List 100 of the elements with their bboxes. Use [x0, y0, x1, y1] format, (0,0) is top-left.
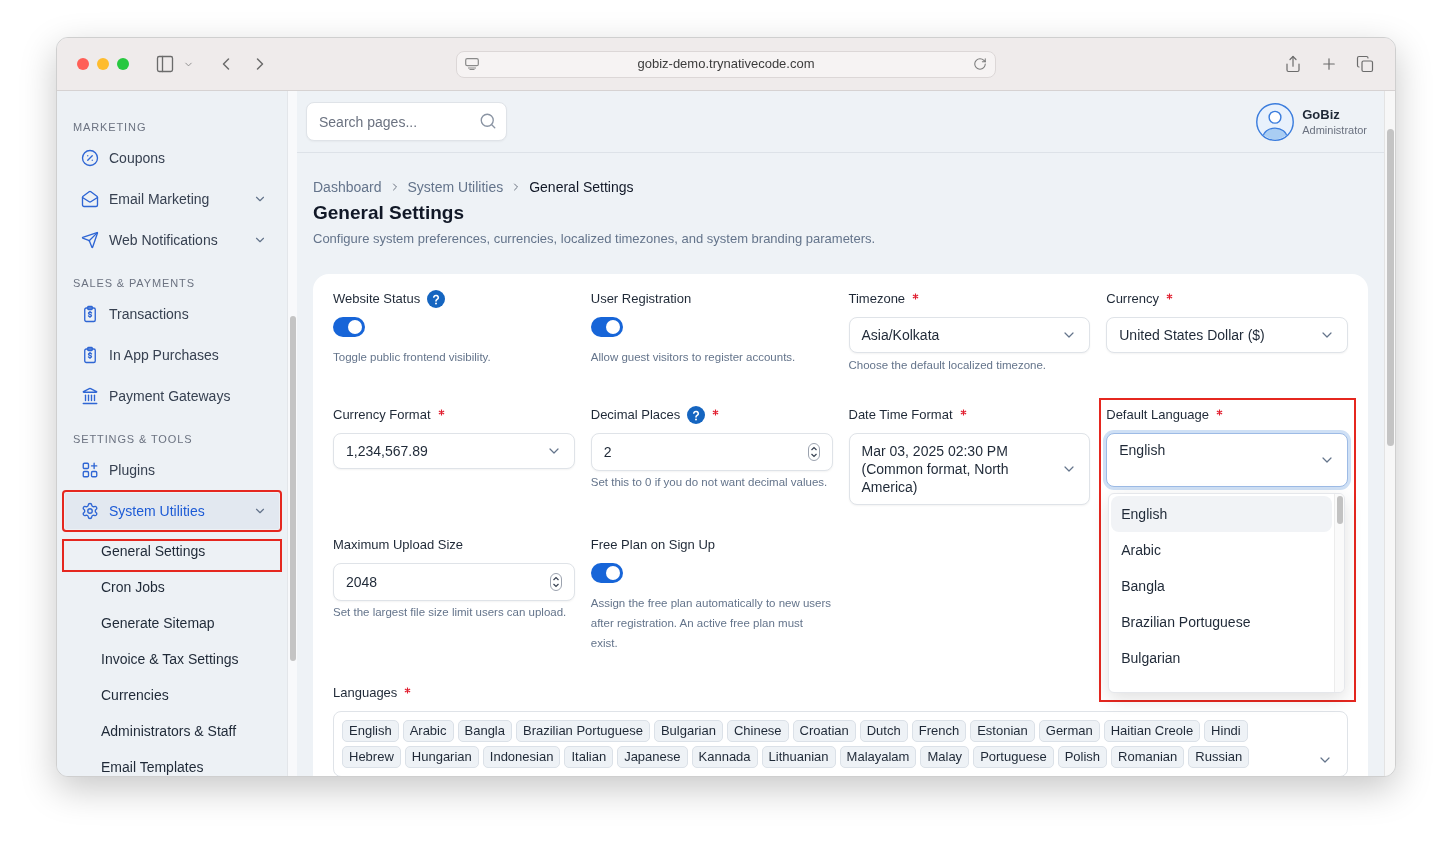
field-label: Maximum Upload Size [333, 536, 464, 555]
language-tag: English [342, 720, 399, 742]
language-tag: Bangla [457, 720, 512, 742]
sidebar-item[interactable]: Web Notifications [62, 219, 282, 261]
sidebar-item[interactable]: Plugins [62, 449, 282, 491]
field-label: Website Status [333, 290, 421, 309]
page-title: General Settings [313, 201, 465, 225]
breadcrumb-link[interactable]: System Utilities [407, 176, 504, 198]
sidebar-icon[interactable] [155, 54, 175, 74]
toggle-switch[interactable] [590, 563, 623, 583]
user-name: GoBiz [1302, 105, 1341, 123]
language-tag: Haitian Creole [1103, 720, 1201, 742]
sidebar-item[interactable]: Transactions [62, 293, 282, 335]
clipboard-dollar-icon [81, 305, 99, 323]
overlapping-squares-icon[interactable] [1356, 55, 1374, 73]
dropdown-option[interactable]: English [1111, 496, 1332, 532]
language-tag: Croatian [792, 720, 856, 742]
breadcrumb-current: General Settings [529, 177, 634, 197]
avatar-icon[interactable] [1256, 102, 1295, 141]
number-field[interactable]: 2048 [333, 563, 575, 601]
sidebar-section-heading: MARKETING [72, 120, 148, 135]
select-field[interactable]: 1,234,567.89 [333, 433, 575, 469]
help-text: Choose the default localized timezone. [848, 358, 1048, 373]
search-field[interactable]: Search pages... [306, 102, 507, 141]
settings-icon [81, 502, 99, 520]
plus-icon[interactable] [1320, 55, 1338, 73]
dropdown-option[interactable]: Bulgarian [1111, 640, 1332, 676]
language-tag: Brazilian Portuguese [516, 720, 650, 742]
help-icon[interactable] [687, 406, 706, 424]
sidebar-section-heading: SALES & PAYMENTS [72, 276, 196, 291]
clipboard-dollar-icon [81, 346, 99, 364]
select-field[interactable]: United States Dollar ($) [1106, 317, 1348, 353]
field-label: Decimal Places [590, 406, 681, 425]
sidebar-subitem[interactable]: Cron Jobs [62, 575, 282, 608]
language-tag: Arabic [402, 720, 454, 742]
select-field[interactable]: Asia/Kolkata [848, 317, 1091, 353]
search-icon [479, 112, 497, 130]
sidebar-item[interactable]: Payment Gateways [62, 375, 282, 417]
percent-circle-icon [81, 149, 99, 167]
sidebar-subitem[interactable]: Currencies [62, 683, 282, 716]
sidebar-subitem[interactable]: Invoice & Tax Settings [62, 647, 282, 680]
toggle-switch[interactable] [590, 317, 623, 337]
page-description: Configure system preferences, currencies, localized timezones, and system branding parameters. [313, 230, 877, 248]
language-tag: Chinese [726, 720, 789, 742]
language-tag: Indonesian [482, 746, 561, 768]
scrollbar-thumb[interactable] [1336, 496, 1343, 524]
number-field[interactable]: 2 [590, 433, 833, 471]
language-tag: Polish [1057, 746, 1108, 768]
language-tag: Lithuanian [761, 746, 836, 768]
language-tag: Portuguese [973, 746, 1054, 768]
dropdown-option[interactable]: Brazilian Portuguese [1111, 604, 1332, 640]
scrollbar-thumb[interactable] [289, 316, 296, 661]
sidebar-subitem[interactable]: Email Templates [62, 755, 282, 776]
sidebar-item[interactable]: Coupons [62, 137, 282, 179]
stepper-icon[interactable] [807, 443, 820, 461]
sidebar-item[interactable]: Email Marketing [62, 178, 282, 220]
field-label: Currency Format [333, 406, 431, 425]
user-role: Administrator [1302, 122, 1367, 138]
breadcrumb-link[interactable]: Dashboard [313, 176, 382, 198]
language-tag: Hebrew [342, 746, 401, 768]
sidebar-section-heading: SETTINGS & TOOLS [72, 432, 194, 447]
help-text: Assign the free plan automatically to new users after registration. An active free plan must exist. [590, 596, 833, 651]
reload-icon[interactable] [973, 57, 987, 71]
language-tag: Malayalam [839, 746, 917, 768]
dropdown-option[interactable]: Bangla [1111, 568, 1332, 604]
stepper-icon[interactable] [549, 573, 562, 591]
monitor-icon[interactable] [465, 58, 479, 70]
sidebar-item[interactable]: System Utilities [62, 490, 282, 532]
sidebar-subitem[interactable]: Administrators & Staff [62, 719, 282, 752]
select-field[interactable]: Mar 03, 2025 02:30 PM (Common format, North America) [848, 433, 1091, 505]
field-label: Timezone [848, 290, 906, 309]
language-tag: Dutch [859, 720, 908, 742]
help-icon[interactable] [427, 290, 446, 308]
bank-icon [81, 387, 99, 405]
sidebar-subitem[interactable]: General Settings [62, 539, 282, 572]
sidebar-subitem[interactable]: Generate Sitemap [62, 611, 282, 644]
envelope-icon [81, 190, 99, 208]
language-tag: Kannada [691, 746, 758, 768]
field-label: Languages [333, 684, 398, 703]
field-label: User Registration [590, 290, 692, 309]
language-tag: Bulgarian [653, 720, 723, 742]
help-text: Set the largest file size limit users can upload. [333, 605, 568, 620]
language-tag: French [911, 720, 967, 742]
language-tag: Japanese [617, 746, 688, 768]
language-tag: Romanian [1111, 746, 1185, 768]
scrollbar-thumb[interactable] [1386, 129, 1394, 446]
share-icon[interactable] [1284, 55, 1302, 73]
language-tag: Italian [564, 746, 614, 768]
toggle-switch[interactable] [333, 317, 365, 337]
help-text: Toggle public frontend visibility. [333, 350, 492, 365]
close-window-button[interactable] [77, 58, 89, 70]
language-tag: Russian [1188, 746, 1250, 768]
select-field[interactable]: English [1106, 433, 1348, 487]
sidebar-item[interactable]: In App Purchases [62, 334, 282, 376]
field-label: Currency [1106, 290, 1159, 309]
language-tag: Estonian [970, 720, 1035, 742]
dropdown-option[interactable]: Arabic [1111, 532, 1332, 568]
language-tag: Hungarian [404, 746, 479, 768]
address-bar[interactable]: gobiz-demo.trynativecode.com [456, 50, 996, 78]
multi-select-field[interactable] [333, 711, 1348, 776]
